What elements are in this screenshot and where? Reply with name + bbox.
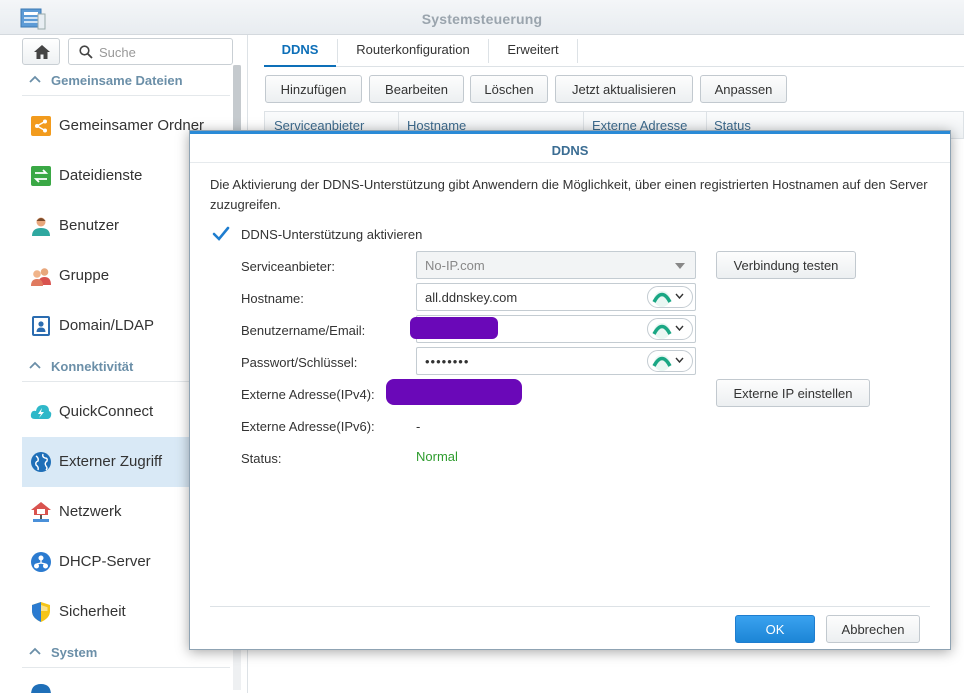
user-icon xyxy=(32,217,50,236)
footer-divider xyxy=(210,606,930,607)
hostname-value: all.ddnskey.com xyxy=(425,290,518,305)
password-manager-icon xyxy=(652,355,672,371)
ipv4-redaction xyxy=(386,379,522,405)
sidebar-item-label: QuickConnect xyxy=(59,403,154,420)
section-header-shared-files[interactable]: Gemeinsame Dateien xyxy=(22,66,230,96)
sidebar-item-label: Netzwerk xyxy=(59,503,122,520)
window-titlebar: Systemsteuerung xyxy=(0,0,964,35)
sidebar-item-label: Benutzer xyxy=(59,217,120,234)
quickconnect-icon xyxy=(30,405,52,419)
tab-advanced[interactable]: Erweitert xyxy=(489,35,577,67)
shared-folder-icon xyxy=(31,116,51,136)
add-button[interactable]: Hinzufügen xyxy=(265,75,362,103)
section-title: System xyxy=(51,645,98,660)
edit-button[interactable]: Bearbeiten xyxy=(369,75,464,103)
password-manager-icon xyxy=(652,323,672,339)
section-title: Gemeinsame Dateien xyxy=(51,73,183,88)
tab-ddns[interactable]: DDNS xyxy=(264,35,336,67)
cancel-button[interactable]: Abbrechen xyxy=(826,615,920,643)
dialog-description: Die Aktivierung der DDNS-Unterstützung g… xyxy=(210,177,928,212)
external-access-icon xyxy=(31,452,51,472)
dialog-title: DDNS xyxy=(190,131,950,163)
hostname-field[interactable]: all.ddnskey.com xyxy=(416,283,696,311)
hostname-label: Hostname: xyxy=(241,291,304,306)
password-manager-icon xyxy=(652,291,672,307)
password-value: •••••••• xyxy=(425,354,470,369)
chevron-up-icon xyxy=(29,361,41,369)
status-label: Status: xyxy=(241,451,282,466)
dhcp-server-icon xyxy=(31,552,51,572)
password-manager-button[interactable] xyxy=(647,350,693,372)
status-value: Normal xyxy=(416,449,458,464)
provider-select[interactable]: No-IP.com xyxy=(416,251,696,279)
password-manager-button[interactable] xyxy=(647,318,693,340)
chevron-down-icon xyxy=(675,357,684,363)
password-label: Passwort/Schlüssel: xyxy=(241,355,358,370)
test-connection-button[interactable]: Verbindung testen xyxy=(716,251,856,279)
customize-button[interactable]: Anpassen xyxy=(700,75,787,103)
search-input[interactable] xyxy=(99,43,227,61)
ipv6-label: Externe Adresse(IPv6): xyxy=(241,419,375,434)
sidebar-item-label: DHCP-Server xyxy=(59,553,151,570)
refresh-button[interactable]: Jetzt aktualisieren xyxy=(555,75,693,103)
ipv6-value: - xyxy=(416,419,421,434)
file-services-icon xyxy=(31,166,51,186)
username-redaction xyxy=(410,317,498,339)
set-external-ip-button[interactable]: Externe IP einstellen xyxy=(716,379,870,407)
security-icon xyxy=(32,602,50,622)
password-field[interactable]: •••••••• xyxy=(416,347,696,375)
chevron-up-icon xyxy=(29,647,41,655)
ok-button[interactable]: OK xyxy=(735,615,815,643)
provider-value: No-IP.com xyxy=(425,258,485,273)
network-icon xyxy=(31,502,51,522)
tab-separator xyxy=(577,39,578,63)
sidebar-item-label: Domain/LDAP xyxy=(59,317,155,334)
domain-ldap-icon xyxy=(32,316,50,336)
tab-bar: DDNS Routerkonfiguration Erweitert xyxy=(264,35,964,67)
sidebar-item-label: Sicherheit xyxy=(59,603,126,620)
chevron-down-icon xyxy=(675,325,684,331)
sidebar-item-label: Dateidienste xyxy=(59,167,143,184)
provider-label: Serviceanbieter: xyxy=(241,259,335,274)
chevron-down-icon xyxy=(675,263,685,269)
window-title: Systemsteuerung xyxy=(421,11,543,27)
tab-router-config[interactable]: Routerkonfiguration xyxy=(338,35,488,67)
ddns-dialog: DDNS Die Aktivierung der DDNS-Unterstütz… xyxy=(189,130,951,650)
chevron-down-icon xyxy=(675,293,684,299)
enable-ddns-label[interactable]: DDNS-Unterstützung aktivieren xyxy=(241,227,422,242)
sidebar-item-label: Gemeinsamer Ordner xyxy=(59,117,205,134)
sidebar-item-label: Gruppe xyxy=(59,267,110,284)
sidebar-item-label: Externer Zugriff xyxy=(59,453,163,470)
search-icon xyxy=(79,45,93,59)
username-label: Benutzername/Email: xyxy=(241,323,366,338)
section-title: Konnektivität xyxy=(51,359,134,374)
group-icon xyxy=(31,268,51,286)
info-center-icon xyxy=(31,684,51,693)
search-box[interactable] xyxy=(68,38,233,65)
delete-button[interactable]: Löschen xyxy=(470,75,548,103)
enable-ddns-checkbox[interactable] xyxy=(212,225,230,243)
password-manager-button[interactable] xyxy=(647,286,693,308)
home-icon xyxy=(34,45,50,59)
ipv4-label: Externe Adresse(IPv4): xyxy=(241,387,375,402)
checkmark-icon xyxy=(212,226,230,241)
home-button[interactable] xyxy=(22,38,60,65)
chevron-up-icon xyxy=(29,75,41,83)
